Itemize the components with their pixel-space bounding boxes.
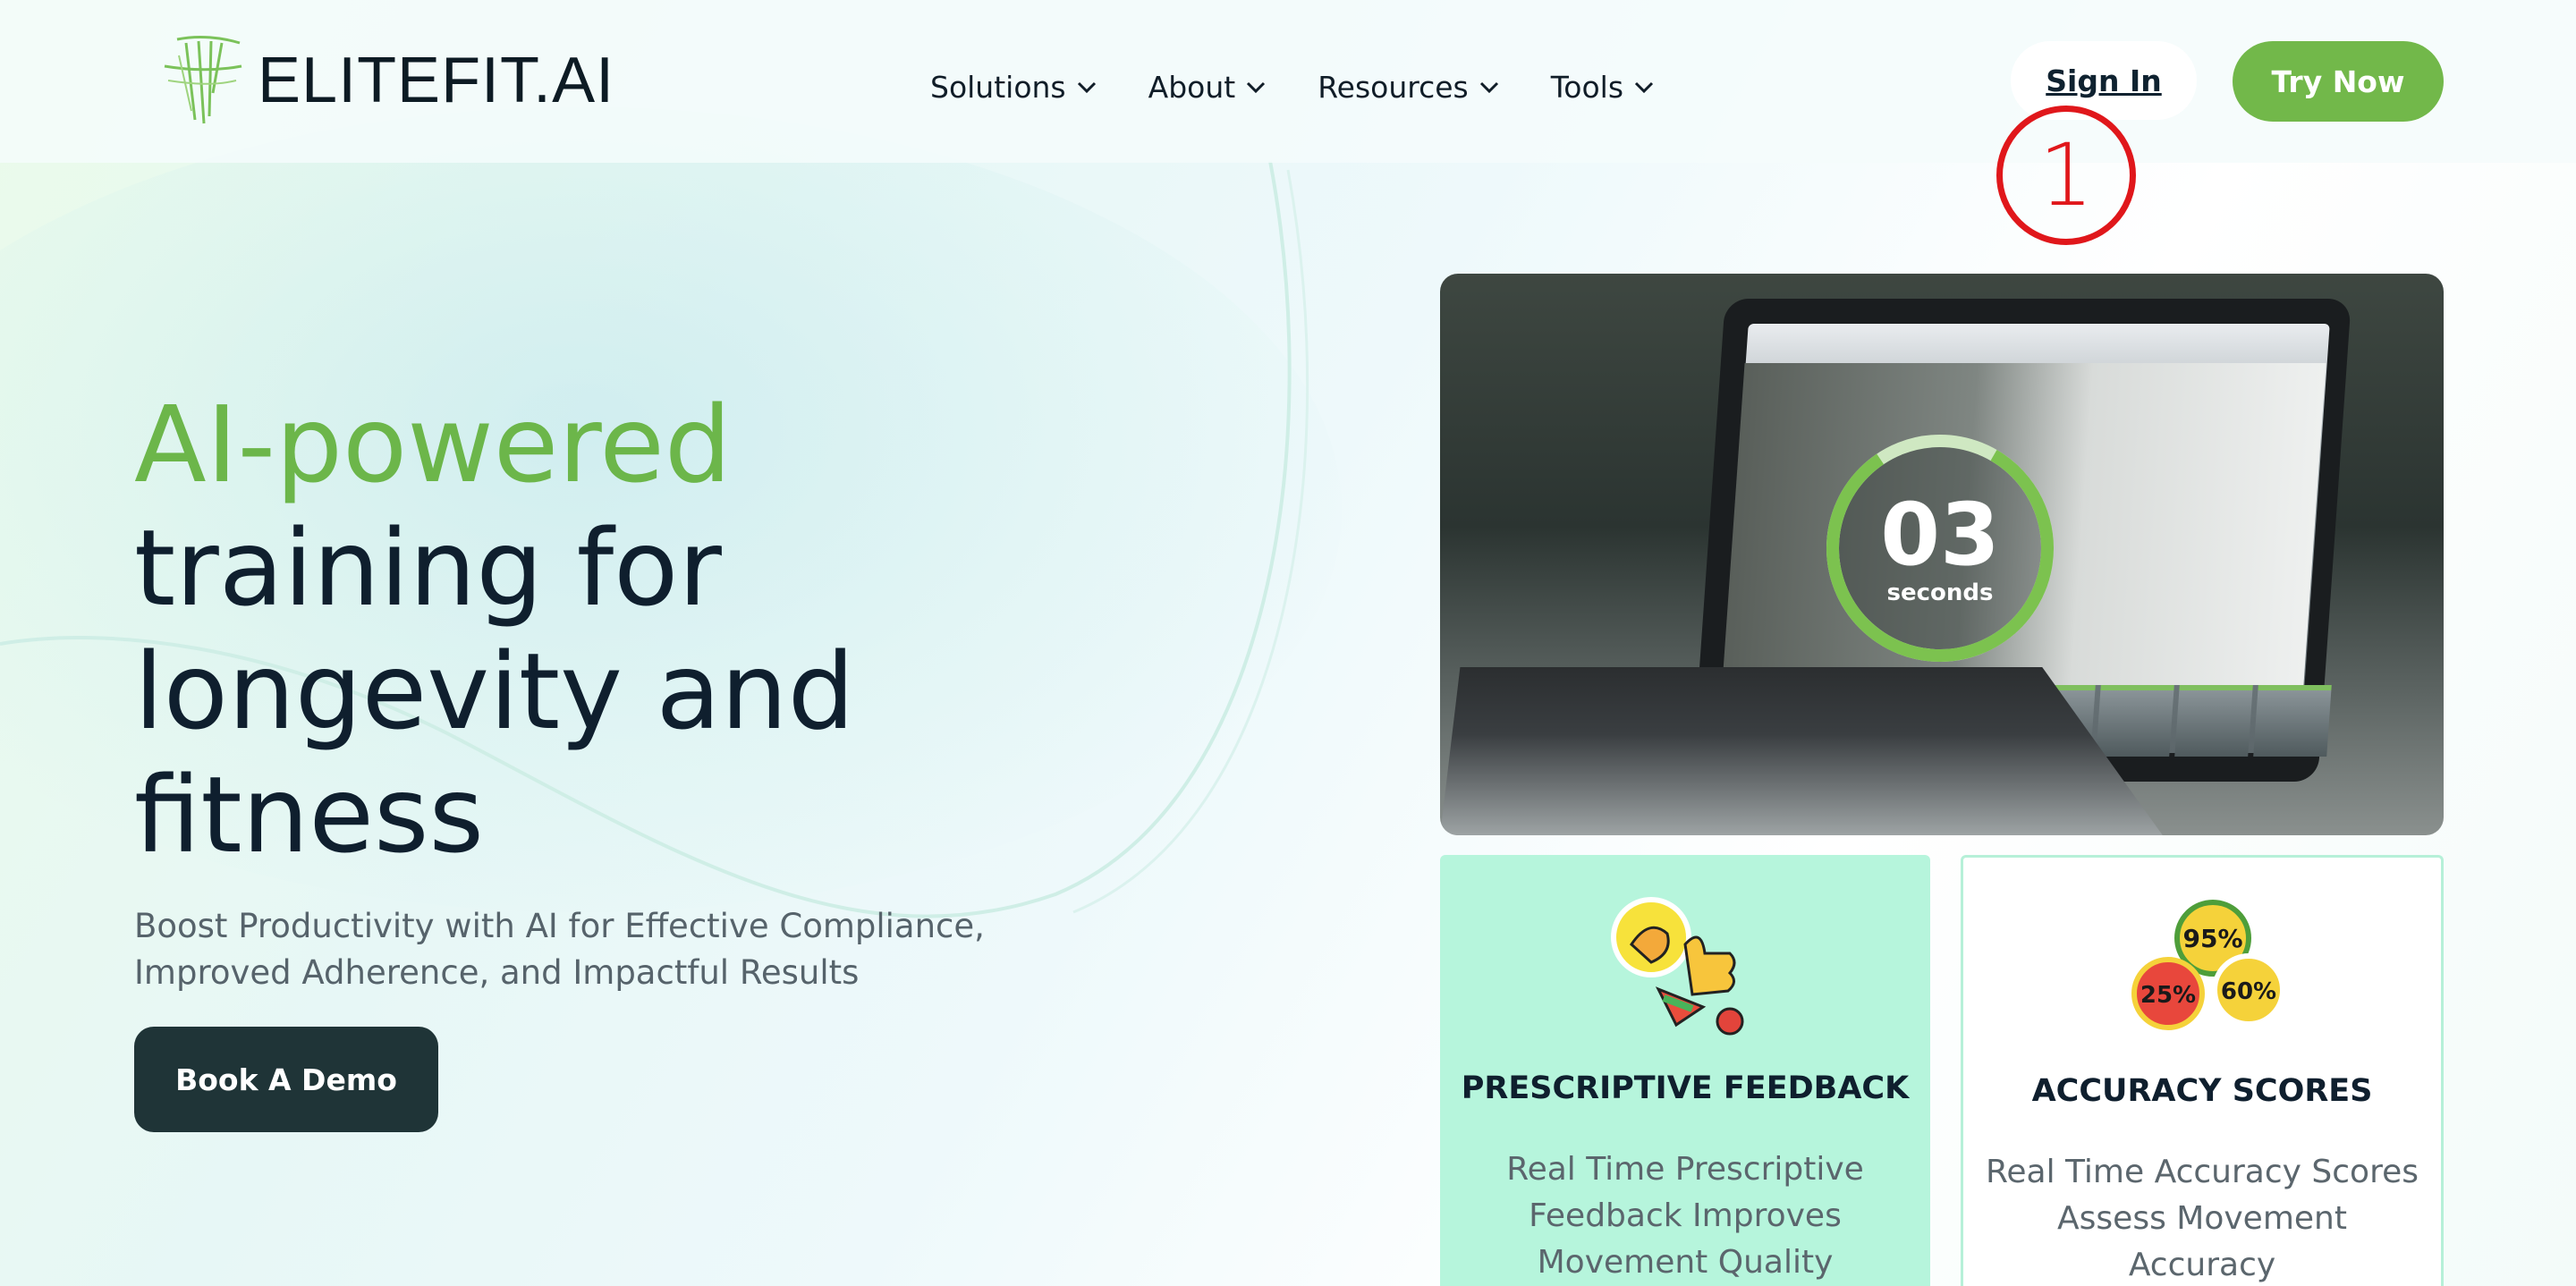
hero-subtitle: Boost Productivity with AI for Effective… — [134, 907, 985, 992]
countdown-label: seconds — [1886, 580, 1994, 606]
feature-card-accuracy-scores: 95% 25% 60% ACCURACY SCORES Real Time Ac… — [1961, 855, 2444, 1286]
brand-name: ELITEFIT.AI — [258, 45, 615, 116]
main-nav: Solutions About Resources Tools — [930, 70, 1706, 105]
countdown-value: 03 — [1880, 485, 2000, 585]
hero-title: AI-powered training for longevity and fi… — [134, 383, 1297, 876]
nav-label: Resources — [1318, 70, 1469, 105]
hero-title-line: training for — [134, 506, 722, 630]
nav-label: Tools — [1550, 70, 1624, 105]
hero-title-accent: AI-powered — [134, 383, 732, 506]
nav-label: About — [1148, 70, 1236, 105]
palm-leaf-logo-icon — [164, 35, 242, 124]
nav-solutions[interactable]: Solutions — [930, 70, 1097, 105]
percentage-badges-icon: 95% 25% 60% — [2131, 900, 2285, 1030]
nav-resources[interactable]: Resources — [1318, 70, 1499, 105]
chevron-down-icon — [1247, 81, 1266, 93]
feature-description: Real Time Accuracy Scores Assess Movemen… — [1986, 1154, 2419, 1283]
badge-label: 25% — [2140, 982, 2196, 1009]
feature-card-prescriptive-feedback: PRESCRIPTIVE FEEDBACK Real Time Prescrip… — [1440, 855, 1930, 1286]
book-demo-button[interactable]: Book A Demo — [134, 1027, 438, 1132]
hero-title-line: fitness — [134, 753, 484, 876]
nav-label: Solutions — [930, 70, 1066, 105]
nav-tools[interactable]: Tools — [1551, 70, 1654, 105]
feature-title: ACCURACY SCORES — [2031, 1073, 2373, 1109]
thumbnail — [2096, 685, 2174, 757]
hero-title-line: longevity and — [134, 630, 855, 753]
badge-label: 60% — [2221, 978, 2276, 1005]
feature-title: PRESCRIPTIVE FEEDBACK — [1461, 1070, 1910, 1106]
chevron-down-icon — [1479, 81, 1498, 93]
thumbnail — [2174, 685, 2253, 757]
chevron-down-icon — [1634, 81, 1654, 93]
annotation-marker: 1 — [1996, 106, 2136, 245]
sign-in-button[interactable]: Sign In — [2011, 41, 2197, 120]
feature-description: Real Time Prescriptive Feedback Improves… — [1506, 1151, 1864, 1281]
product-video[interactable]: 03 seconds — [1440, 274, 2444, 835]
badge-label: 95% — [2182, 924, 2242, 953]
thumbnail — [2253, 685, 2332, 757]
brand-logo[interactable]: ELITEFIT.AI — [159, 27, 614, 134]
chevron-down-icon — [1077, 81, 1096, 93]
thumbs-up-sticker-icon — [1611, 897, 1744, 1036]
try-now-button[interactable]: Try Now — [2233, 41, 2444, 122]
nav-about[interactable]: About — [1148, 70, 1267, 105]
site-header: ELITEFIT.AI Solutions About Resources To… — [0, 0, 2576, 163]
